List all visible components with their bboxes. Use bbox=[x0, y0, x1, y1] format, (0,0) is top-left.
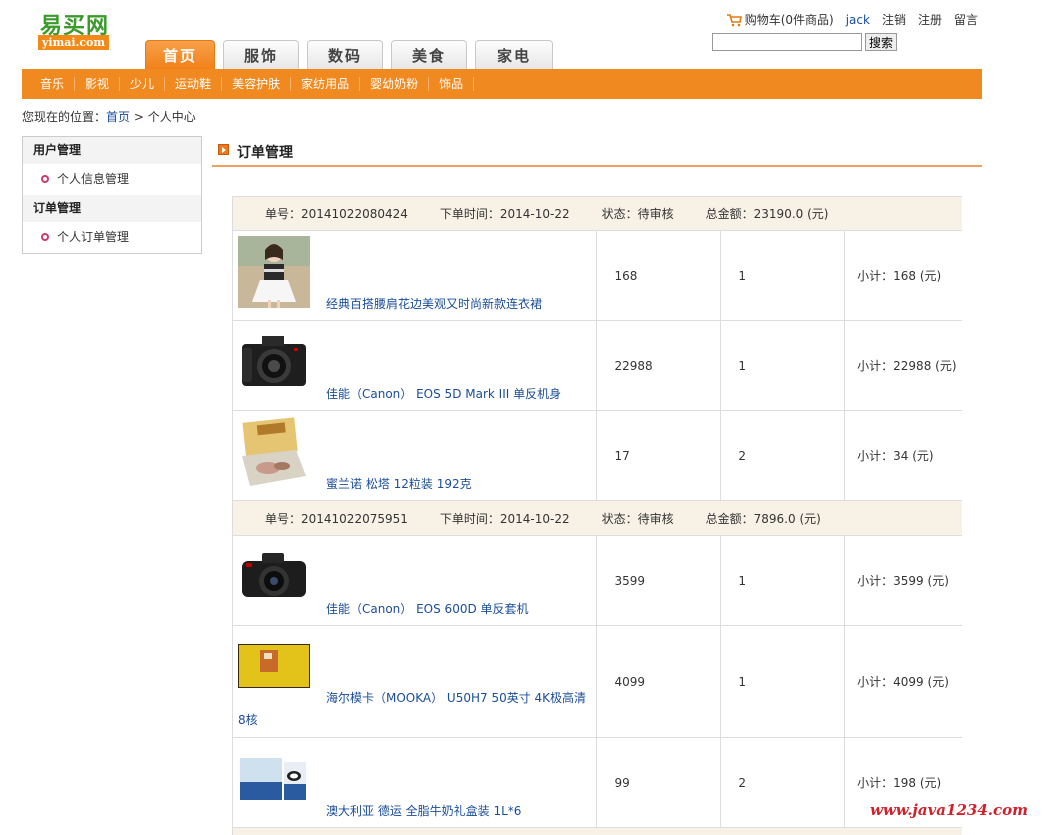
section-arrow-icon bbox=[218, 144, 229, 155]
product-image-dress[interactable] bbox=[238, 236, 310, 308]
product-cell: 澳大利亚 德运 全脂牛奶礼盒装 1L*6 bbox=[233, 738, 598, 827]
category-textiles[interactable]: 家纺用品 bbox=[291, 77, 361, 91]
tab-clothing[interactable]: 服饰 bbox=[223, 40, 299, 70]
product-image-tv[interactable] bbox=[238, 644, 310, 688]
order-item-row: 蜜兰诺 松塔 12粒装 192克 17 2 小计：34 (元) bbox=[233, 411, 962, 501]
order-item-row: 海尔模卡（MOOKA） U50H7 50英寸 4K极高清8核 4099 1 小计… bbox=[233, 626, 962, 738]
tab-food[interactable]: 美食 bbox=[391, 40, 467, 70]
tab-digital[interactable]: 数码 bbox=[307, 40, 383, 70]
category-infant-formula[interactable]: 婴幼奶粉 bbox=[360, 77, 430, 91]
subtotal-cell: 小计：3599 (元) bbox=[857, 574, 949, 588]
order-item-row: 佳能（Canon） EOS 600D 单反套机 3599 1 小计：3599 (… bbox=[233, 536, 962, 626]
order-time: 下单时间：2014-10-22 bbox=[439, 511, 570, 526]
orders-table: 单号：20141022080424 下单时间：2014-10-22 状态：待审核… bbox=[232, 196, 962, 835]
quantity-cell: 1 bbox=[721, 626, 846, 737]
subtotal-cell: 小计：22988 (元) bbox=[857, 358, 957, 373]
search-input[interactable] bbox=[712, 33, 862, 51]
section-header: 订单管理 bbox=[212, 140, 982, 167]
order-item-row: 澳大利亚 德运 全脂牛奶礼盒装 1L*6 99 2 小计：198 (元) bbox=[233, 738, 962, 828]
cart-label: 购物车(0件商品) bbox=[744, 13, 834, 27]
main-nav: 首页 服饰 数码 美食 家电 bbox=[145, 40, 553, 71]
product-cell: 佳能（Canon） EOS 600D 单反套机 bbox=[233, 536, 598, 625]
product-image-camera[interactable] bbox=[238, 326, 310, 398]
order-header: 单号：20141022075951 下单时间：2014-10-22 状态：待审核… bbox=[233, 501, 962, 536]
quantity-cell: 1 bbox=[721, 231, 846, 320]
order-number: 单号：20141022080424 bbox=[265, 207, 408, 221]
product-cell: 经典百搭腰肩花边美观又时尚新款连衣裙 bbox=[233, 231, 598, 320]
message-link[interactable]: 留言 bbox=[954, 11, 978, 28]
product-name-link[interactable]: 海尔模卡（MOOKA） U50H7 50英寸 4K极高清8核 bbox=[238, 687, 593, 731]
category-music[interactable]: 音乐 bbox=[30, 77, 76, 91]
breadcrumb-prefix: 您现在的位置： bbox=[22, 110, 107, 124]
price-cell: 99 bbox=[597, 738, 722, 827]
category-video[interactable]: 影视 bbox=[75, 77, 121, 91]
logo-domain: yimai.com bbox=[38, 35, 110, 50]
tab-home[interactable]: 首页 bbox=[145, 40, 215, 71]
sidebar-item-profile[interactable]: 个人信息管理 bbox=[23, 164, 201, 195]
product-cell: 佳能（Canon） EOS 5D Mark III 单反机身 bbox=[233, 321, 598, 410]
category-skincare[interactable]: 美容护肤 bbox=[222, 77, 292, 91]
user-bar: 购物车(0件商品) jack 注销 注册 留言 bbox=[726, 11, 978, 28]
register-link[interactable]: 注册 bbox=[918, 11, 942, 28]
sidebar-item-my-orders[interactable]: 个人订单管理 bbox=[23, 222, 201, 253]
product-name-link[interactable]: 澳大利亚 德运 全脂牛奶礼盒装 1L*6 bbox=[326, 802, 521, 819]
product-image-milk[interactable] bbox=[238, 752, 310, 806]
watermark: www.java1234.com bbox=[869, 801, 1028, 819]
product-name-link[interactable]: 经典百搭腰肩花边美观又时尚新款连衣裙 bbox=[326, 295, 542, 312]
sidebar: 用户管理 个人信息管理 订单管理 个人订单管理 bbox=[22, 136, 202, 254]
orders-footer bbox=[233, 828, 962, 835]
price-cell: 22988 bbox=[597, 321, 722, 410]
subtotal-cell: 小计：4099 (元) bbox=[857, 675, 949, 689]
product-name-link[interactable]: 蜜兰诺 松塔 12粒装 192克 bbox=[326, 475, 472, 492]
quantity-cell: 1 bbox=[721, 321, 846, 410]
site-logo[interactable]: 易买网 yimai.com bbox=[38, 8, 128, 52]
product-name-link[interactable]: 佳能（Canon） EOS 5D Mark III 单反机身 bbox=[326, 385, 561, 402]
breadcrumb-current: 个人中心 bbox=[147, 110, 196, 124]
bullet-icon bbox=[41, 233, 49, 241]
search-button[interactable]: 搜索 bbox=[865, 33, 898, 51]
page-title: 订单管理 bbox=[237, 145, 293, 161]
order-status: 状态：待审核 bbox=[601, 511, 674, 526]
logout-link[interactable]: 注销 bbox=[882, 11, 906, 28]
sidebar-group-orders: 订单管理 bbox=[23, 195, 201, 222]
cart-link[interactable]: 购物车(0件商品) bbox=[726, 11, 834, 28]
quantity-cell: 1 bbox=[721, 536, 846, 625]
bullet-icon bbox=[41, 175, 49, 183]
user-name-link[interactable]: jack bbox=[846, 13, 870, 27]
search-bar: 搜索 bbox=[712, 33, 898, 51]
order-total: 总金额：23190.0 (元) bbox=[705, 207, 829, 221]
order-status: 状态：待审核 bbox=[601, 207, 674, 221]
breadcrumb-home-link[interactable]: 首页 bbox=[106, 110, 130, 124]
quantity-cell: 2 bbox=[721, 411, 846, 500]
cart-icon bbox=[726, 13, 742, 26]
order-item-row: 经典百搭腰肩花边美观又时尚新款连衣裙 168 1 小计：168 (元) bbox=[233, 231, 962, 321]
price-cell: 168 bbox=[597, 231, 722, 320]
order-number: 单号：20141022075951 bbox=[265, 511, 408, 526]
category-sneakers[interactable]: 运动鞋 bbox=[165, 77, 223, 91]
order-total: 总金额：7896.0 (元) bbox=[705, 511, 821, 526]
product-image-pine-nuts[interactable] bbox=[238, 416, 310, 488]
product-name-link[interactable]: 佳能（Canon） EOS 600D 单反套机 bbox=[326, 600, 529, 617]
order-item-row: 佳能（Canon） EOS 5D Mark III 单反机身 22988 1 小… bbox=[233, 321, 962, 411]
tab-appliances[interactable]: 家电 bbox=[475, 40, 553, 70]
price-cell: 17 bbox=[597, 411, 722, 500]
subtotal-cell: 小计：168 (元) bbox=[857, 269, 942, 283]
category-kids[interactable]: 少儿 bbox=[120, 77, 166, 91]
order-header: 单号：20141022080424 下单时间：2014-10-22 状态：待审核… bbox=[233, 196, 962, 231]
category-bar: 音乐 影视 少儿 运动鞋 美容护肤 家纺用品 婴幼奶粉 饰品 bbox=[22, 69, 982, 99]
order-time: 下单时间：2014-10-22 bbox=[439, 207, 570, 221]
sidebar-group-user: 用户管理 bbox=[23, 137, 201, 164]
product-cell: 蜜兰诺 松塔 12粒装 192克 bbox=[233, 411, 598, 500]
product-cell: 海尔模卡（MOOKA） U50H7 50英寸 4K极高清8核 bbox=[233, 626, 598, 737]
breadcrumb: 您现在的位置：首页 > 个人中心 bbox=[22, 108, 196, 125]
subtotal-cell: 小计：34 (元) bbox=[857, 449, 934, 463]
quantity-cell: 2 bbox=[721, 738, 846, 827]
product-image-camera-kit[interactable] bbox=[238, 541, 310, 613]
price-cell: 3599 bbox=[597, 536, 722, 625]
sidebar-item-label: 个人订单管理 bbox=[57, 230, 130, 244]
sidebar-item-label: 个人信息管理 bbox=[57, 172, 130, 186]
category-jewelry[interactable]: 饰品 bbox=[429, 77, 475, 91]
breadcrumb-separator: > bbox=[130, 110, 148, 124]
price-cell: 4099 bbox=[597, 626, 722, 737]
